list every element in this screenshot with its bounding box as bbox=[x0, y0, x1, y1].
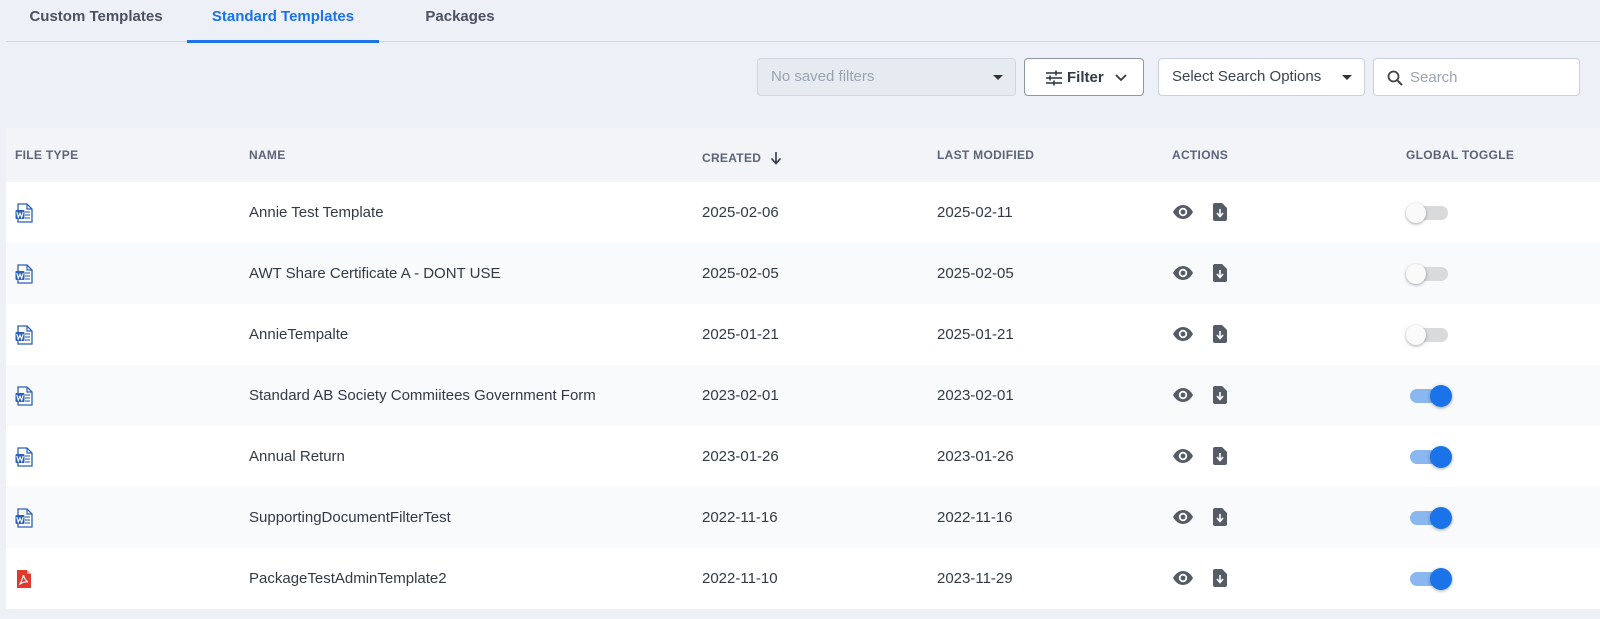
search-options-select[interactable]: Select Search Options bbox=[1158, 58, 1365, 96]
toggle-knob bbox=[1430, 446, 1452, 468]
created-date: 2023-01-26 bbox=[702, 448, 779, 465]
caret-down-icon bbox=[1342, 75, 1352, 80]
toggle-knob bbox=[1406, 203, 1426, 223]
global-toggle-switch[interactable] bbox=[1406, 568, 1452, 590]
created-date: 2023-02-01 bbox=[702, 387, 779, 404]
created-date: 2025-01-21 bbox=[702, 326, 779, 343]
preview-eye-icon[interactable] bbox=[1172, 265, 1194, 286]
saved-filters-select[interactable]: No saved filters bbox=[757, 58, 1016, 96]
toggle-knob bbox=[1430, 568, 1452, 590]
caret-down-icon bbox=[993, 75, 1003, 80]
saved-filters-placeholder: No saved filters bbox=[771, 68, 875, 85]
last-modified-date: 2023-11-29 bbox=[937, 570, 1013, 587]
column-header-file-type: FILE TYPE bbox=[15, 148, 79, 162]
arrow-down-icon bbox=[770, 152, 781, 165]
download-file-icon[interactable] bbox=[1212, 507, 1228, 532]
word-doc-icon bbox=[15, 508, 33, 533]
created-date: 2025-02-06 bbox=[702, 204, 779, 221]
template-name[interactable]: SupportingDocumentFilterTest bbox=[249, 509, 451, 526]
preview-eye-icon[interactable] bbox=[1172, 326, 1194, 347]
column-header-actions: ACTIONS bbox=[1172, 148, 1229, 162]
download-file-icon[interactable] bbox=[1212, 263, 1228, 288]
column-header-created[interactable]: CREATED bbox=[702, 148, 781, 165]
template-name[interactable]: Annie Test Template bbox=[249, 204, 384, 221]
word-doc-icon bbox=[15, 325, 33, 350]
preview-eye-icon[interactable] bbox=[1172, 570, 1194, 591]
pdf-icon bbox=[15, 569, 33, 594]
global-toggle-switch[interactable] bbox=[1406, 507, 1452, 529]
word-doc-icon bbox=[15, 203, 33, 228]
template-tabs: Custom Templates Standard Templates Pack… bbox=[6, 0, 1600, 43]
tab-standard-templates[interactable]: Standard Templates bbox=[187, 0, 379, 43]
word-doc-icon bbox=[15, 386, 33, 411]
column-header-global-toggle: GLOBAL TOGGLE bbox=[1406, 148, 1515, 162]
global-toggle-switch[interactable] bbox=[1406, 446, 1452, 468]
column-header-last-modified[interactable]: LAST MODIFIED bbox=[937, 148, 1034, 162]
table-row: AWT Share Certificate A - DONT USE 2025-0… bbox=[6, 243, 1600, 304]
sliders-icon bbox=[1046, 70, 1062, 86]
preview-eye-icon[interactable] bbox=[1172, 204, 1194, 225]
last-modified-date: 2025-02-05 bbox=[937, 265, 1014, 282]
word-doc-icon bbox=[15, 264, 33, 289]
search-options-label: Select Search Options bbox=[1172, 68, 1322, 85]
templates-table: FILE TYPE NAME CREATED LAST MODIFIED ACT… bbox=[6, 128, 1600, 609]
toggle-knob bbox=[1430, 385, 1452, 407]
table-body: Annie Test Template 2025-02-06 2025-02-11 A… bbox=[6, 182, 1600, 609]
preview-eye-icon[interactable] bbox=[1172, 509, 1194, 530]
global-toggle-switch[interactable] bbox=[1406, 385, 1452, 407]
word-doc-icon bbox=[15, 447, 33, 472]
download-file-icon[interactable] bbox=[1212, 385, 1228, 410]
last-modified-date: 2023-02-01 bbox=[937, 387, 1014, 404]
table-row: SupportingDocumentFilterTest 2022-11-16 20… bbox=[6, 487, 1600, 548]
template-name[interactable]: Standard AB Society Commiitees Governmen… bbox=[249, 387, 596, 404]
last-modified-date: 2025-02-11 bbox=[937, 204, 1013, 221]
search-icon bbox=[1387, 70, 1403, 86]
last-modified-date: 2022-11-16 bbox=[937, 509, 1013, 526]
table-row: AnnieTempalte 2025-01-21 2025-01-21 bbox=[6, 304, 1600, 365]
template-name[interactable]: Annual Return bbox=[249, 448, 345, 465]
filter-button[interactable]: Filter bbox=[1024, 58, 1144, 96]
chevron-down-icon bbox=[1115, 74, 1127, 82]
filter-label: Filter bbox=[1067, 69, 1104, 86]
download-file-icon[interactable] bbox=[1212, 568, 1228, 593]
toggle-knob bbox=[1406, 264, 1426, 284]
table-row: Annual Return 2023-01-26 2023-01-26 bbox=[6, 426, 1600, 487]
tab-custom-templates[interactable]: Custom Templates bbox=[6, 0, 186, 42]
search-input[interactable] bbox=[1410, 67, 1570, 87]
toggle-knob bbox=[1430, 507, 1452, 529]
created-date: 2025-02-05 bbox=[702, 265, 779, 282]
template-name[interactable]: PackageTestAdminTemplate2 bbox=[249, 570, 447, 587]
table-row: Standard AB Society Commiitees Governmen… bbox=[6, 365, 1600, 426]
download-file-icon[interactable] bbox=[1212, 202, 1228, 227]
template-name[interactable]: AWT Share Certificate A - DONT USE bbox=[249, 265, 500, 282]
column-header-created-label: CREATED bbox=[702, 151, 762, 165]
global-toggle-switch[interactable] bbox=[1406, 203, 1450, 223]
table-row: Annie Test Template 2025-02-06 2025-02-11 bbox=[6, 182, 1600, 243]
toolbar: No saved filters Filter Select Search Op… bbox=[0, 58, 1600, 98]
preview-eye-icon[interactable] bbox=[1172, 448, 1194, 469]
global-toggle-switch[interactable] bbox=[1406, 264, 1450, 284]
created-date: 2022-11-16 bbox=[702, 509, 778, 526]
preview-eye-icon[interactable] bbox=[1172, 387, 1194, 408]
global-toggle-switch[interactable] bbox=[1406, 325, 1450, 345]
table-row: PackageTestAdminTemplate2 2022-11-10 2023-… bbox=[6, 548, 1600, 609]
template-name[interactable]: AnnieTempalte bbox=[249, 326, 348, 343]
last-modified-date: 2025-01-21 bbox=[937, 326, 1014, 343]
table-header: FILE TYPE NAME CREATED LAST MODIFIED ACT… bbox=[6, 128, 1600, 182]
created-date: 2022-11-10 bbox=[702, 570, 778, 587]
column-header-name[interactable]: NAME bbox=[249, 148, 286, 162]
search-box bbox=[1373, 58, 1580, 96]
download-file-icon[interactable] bbox=[1212, 324, 1228, 349]
tab-packages[interactable]: Packages bbox=[380, 0, 540, 42]
last-modified-date: 2023-01-26 bbox=[937, 448, 1014, 465]
toggle-knob bbox=[1406, 325, 1426, 345]
download-file-icon[interactable] bbox=[1212, 446, 1228, 471]
